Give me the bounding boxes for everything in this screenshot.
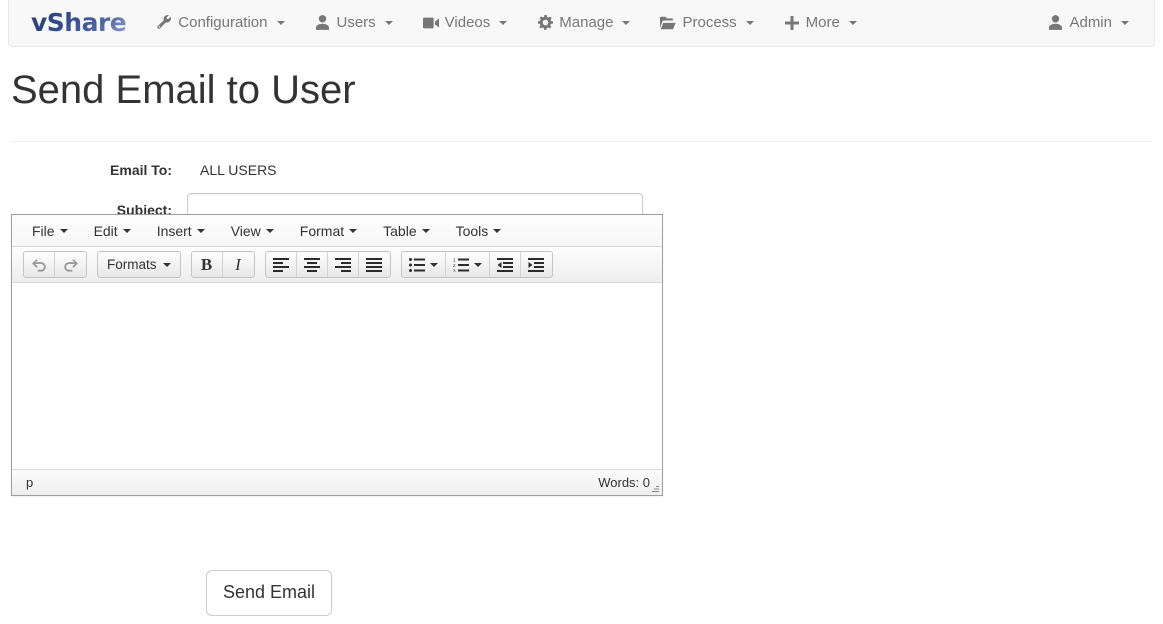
chevron-down-icon [196,228,205,233]
align-right-icon[interactable] [328,252,359,277]
editor-menu-view-label: View [230,222,261,239]
formats-dropdown[interactable]: Formats [98,252,180,277]
user-icon [1047,15,1063,31]
navbar-spacer [872,0,1033,46]
rich-text-editor: File Edit Insert View Format Table Tools [11,214,663,496]
nav-item-process[interactable]: Process [645,0,768,46]
chevron-down-icon [1121,20,1129,25]
main-navbar: vShare Configuration Users Videos Manage… [8,0,1155,47]
bold-icon[interactable]: B [192,252,223,277]
redo-icon[interactable] [55,252,86,277]
chevron-down-icon [622,20,631,25]
page-container: Send Email to User Email To: ALL USERS S… [0,48,1163,242]
chevron-down-icon [473,262,482,267]
video-camera-icon [422,15,439,31]
form-row-email-to: Email To: ALL USERS [0,162,1163,178]
editor-toolbar-group-formats: Formats [97,251,181,278]
chevron-down-icon [745,20,754,25]
chevron-down-icon [349,228,358,233]
nav-label-users: Users [336,14,376,31]
chevron-down-icon [848,20,857,25]
indent-icon[interactable] [521,252,552,277]
nav-label-manage: Manage [559,14,614,31]
nav-item-more[interactable]: More [769,0,872,46]
chevron-down-icon [276,20,285,25]
italic-icon-label: I [235,254,241,274]
nav-item-videos[interactable]: Videos [408,0,523,46]
nav-label-configuration: Configuration [178,14,268,31]
nav-label-more: More [805,14,840,31]
editor-menu-insert[interactable]: Insert [149,220,213,242]
chevron-down-icon [122,228,131,233]
editor-toolbar: Formats B I 1 2 3 [12,247,662,283]
gear-icon [537,15,553,31]
editor-statusbar: p Words: 0 [12,469,662,495]
editor-menu-file-label: File [32,222,55,239]
chevron-down-icon [421,228,430,233]
email-to-label: Email To: [110,162,172,178]
chevron-down-icon [265,228,274,233]
chevron-down-icon [59,228,68,233]
editor-word-count: Words: 0 [598,475,650,490]
editor-menu-view[interactable]: View [223,220,282,242]
align-center-icon[interactable] [297,252,328,277]
svg-text:2: 2 [453,263,456,268]
submit-row: Send Email [0,570,1163,616]
svg-text:1: 1 [453,258,456,263]
editor-toolbar-group-style: B I [190,251,255,278]
align-left-icon[interactable] [266,252,297,277]
bullet-list-icon[interactable] [402,252,446,277]
editor-menu-edit-label: Edit [93,222,118,239]
editor-menu-file[interactable]: File [24,220,76,242]
align-justify-icon[interactable] [359,252,390,277]
nav-label-process: Process [682,14,737,31]
page-title: Send Email to User [11,68,356,112]
editor-menu-tools-label: Tools [455,222,489,239]
formats-dropdown-label: Formats [107,257,157,272]
italic-icon[interactable]: I [223,252,254,277]
editor-resize-handle[interactable] [648,482,660,494]
user-icon [315,15,331,31]
editor-menu-table[interactable]: Table [375,220,437,242]
nav-label-videos: Videos [444,14,491,31]
chevron-down-icon [429,262,438,267]
nav-item-users[interactable]: Users [300,0,408,46]
editor-toolbar-group-align [264,251,391,278]
editor-menu-tools[interactable]: Tools [448,220,510,242]
nav-item-manage[interactable]: Manage [522,0,645,46]
svg-text:3: 3 [453,268,456,272]
editor-menu-format[interactable]: Format [292,220,365,242]
editor-menu-edit[interactable]: Edit [86,220,139,242]
numbered-list-icon[interactable]: 1 2 3 [446,252,490,277]
editor-body[interactable] [12,283,662,469]
undo-icon[interactable] [24,252,55,277]
editor-menu-format-label: Format [299,222,345,239]
nav-item-configuration[interactable]: Configuration [141,0,299,46]
editor-menu-table-label: Table [383,222,417,239]
bold-icon-label: B [200,254,213,274]
navbar-menu: Configuration Users Videos Manage Proces… [141,0,872,46]
brand-logo-text: vShare [31,8,127,37]
nav-label-admin: Admin [1069,14,1112,31]
editor-toolbar-group-lists: 1 2 3 [400,251,553,278]
send-email-button[interactable]: Send Email [206,570,333,616]
wrench-icon [156,15,172,31]
editor-toolbar-group-history [23,251,87,278]
plus-icon [784,15,800,31]
chevron-down-icon [493,228,502,233]
editor-menu-insert-label: Insert [156,222,192,239]
editor-element-path[interactable]: p [26,475,598,490]
email-to-value: ALL USERS [200,162,277,178]
brand-logo-link[interactable]: vShare [9,0,141,46]
chevron-down-icon [384,20,393,25]
nav-item-admin[interactable]: Admin [1032,0,1154,46]
chevron-down-icon [162,262,171,267]
editor-menubar: File Edit Insert View Format Table Tools [12,215,662,247]
folder-open-icon [660,15,677,31]
outdent-icon[interactable] [490,252,521,277]
chevron-down-icon [499,20,508,25]
